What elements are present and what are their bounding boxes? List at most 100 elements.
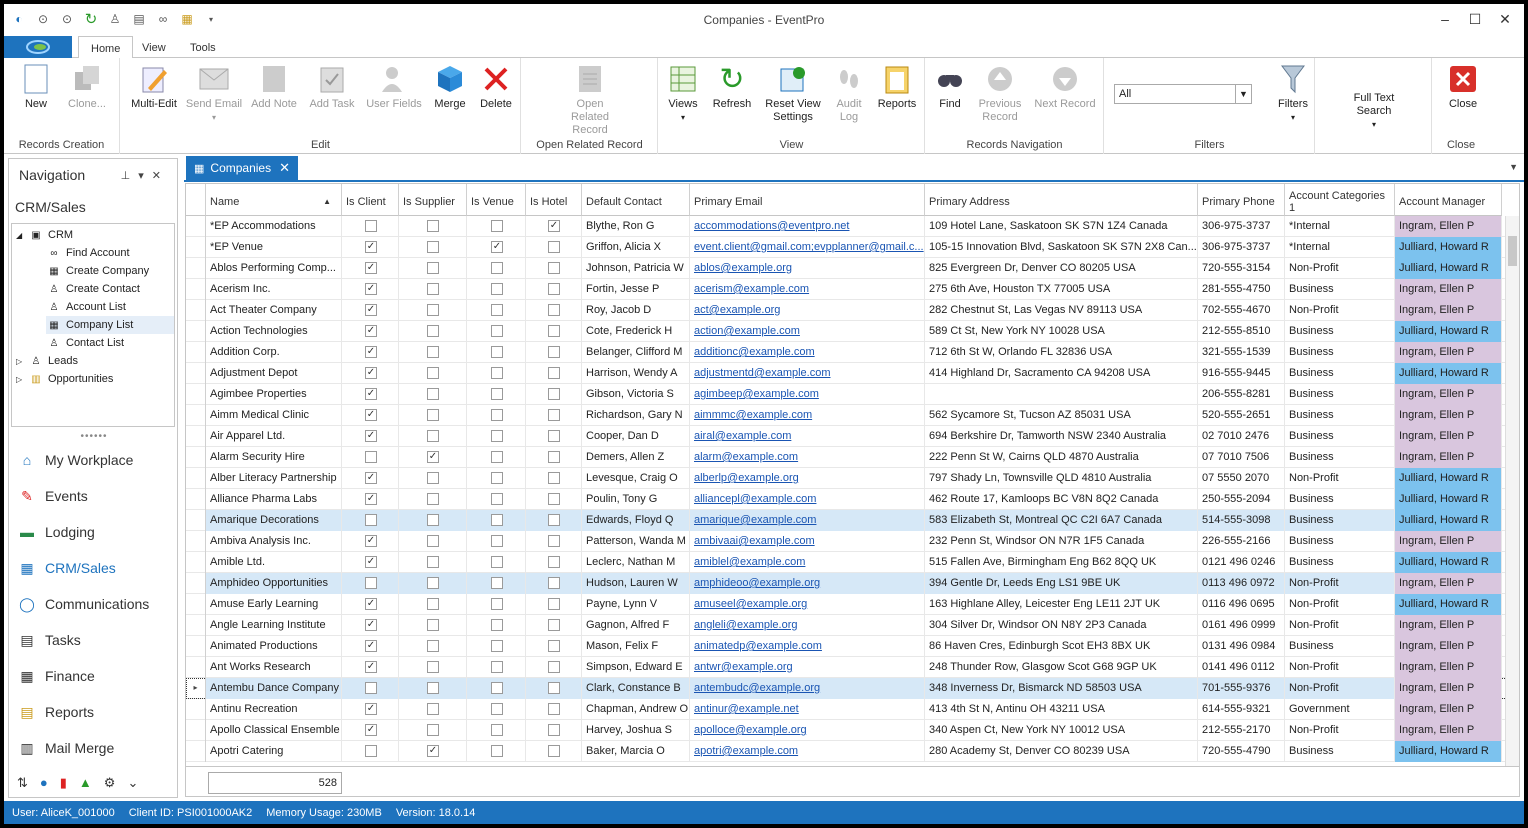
is-supplier-checkbox[interactable] bbox=[427, 262, 439, 274]
is-hotel-checkbox[interactable] bbox=[548, 745, 560, 757]
is-hotel-checkbox[interactable] bbox=[548, 451, 560, 463]
table-row[interactable]: Angle Learning Institute ✓ Gagnon, Alfred … bbox=[186, 615, 1519, 636]
row-indicator[interactable] bbox=[186, 426, 206, 447]
row-indicator[interactable] bbox=[186, 657, 206, 678]
table-row[interactable]: Air Apparel Ltd. ✓ Cooper, Dan Dairal@exam… bbox=[186, 426, 1519, 447]
cell-primary-email[interactable]: amarique@example.com bbox=[690, 510, 925, 531]
row-indicator[interactable] bbox=[186, 468, 206, 489]
is-client-checkbox[interactable]: ✓ bbox=[365, 367, 377, 379]
is-supplier-checkbox[interactable] bbox=[427, 283, 439, 295]
column-header-name[interactable]: Name ▲ bbox=[206, 184, 342, 216]
table-row[interactable]: Alber Literacy Partnership ✓ Levesque, Cra… bbox=[186, 468, 1519, 489]
table-row[interactable]: Alliance Pharma Labs ✓ Poulin, Tony Gallia… bbox=[186, 489, 1519, 510]
is-supplier-checkbox[interactable] bbox=[427, 409, 439, 421]
vertical-scrollbar[interactable] bbox=[1505, 216, 1519, 766]
table-row[interactable]: Agimbee Properties ✓ Gibson, Victoria Sagi… bbox=[186, 384, 1519, 405]
is-hotel-checkbox[interactable] bbox=[548, 388, 560, 400]
table-row[interactable]: Apollo Classical Ensemble ✓ Harvey, Joshua… bbox=[186, 720, 1519, 741]
row-indicator[interactable] bbox=[186, 531, 206, 552]
is-supplier-checkbox[interactable] bbox=[427, 493, 439, 505]
is-supplier-checkbox[interactable] bbox=[427, 346, 439, 358]
cell-primary-email[interactable]: apolloce@example.org bbox=[690, 720, 925, 741]
table-row[interactable]: Amible Ltd. ✓ Leclerc, Nathan Mamiblel@exa… bbox=[186, 552, 1519, 573]
filter-dropdown[interactable]: All ▼ bbox=[1114, 84, 1252, 104]
line-chart-icon[interactable]: ▲ bbox=[79, 775, 92, 791]
is-venue-checkbox[interactable] bbox=[491, 682, 503, 694]
cell-primary-email[interactable]: airal@example.com bbox=[690, 426, 925, 447]
reset-view-settings-button[interactable]: Reset View Settings bbox=[759, 64, 827, 124]
is-hotel-checkbox[interactable] bbox=[548, 283, 560, 295]
row-indicator[interactable] bbox=[186, 510, 206, 531]
is-hotel-checkbox[interactable] bbox=[548, 430, 560, 442]
is-supplier-checkbox[interactable] bbox=[427, 325, 439, 337]
table-row[interactable]: Amarique Decorations Edwards, Floyd Qamar… bbox=[186, 510, 1519, 531]
scrollbar-thumb[interactable] bbox=[1508, 236, 1517, 266]
nav-pane-controls[interactable]: ⊥▾✕ bbox=[121, 169, 169, 182]
merge-button[interactable]: Merge bbox=[429, 64, 471, 111]
cell-primary-email[interactable]: antembudc@example.org bbox=[690, 678, 925, 699]
column-header-account-categories[interactable]: Account Categories 1 bbox=[1285, 184, 1395, 216]
nav-item-lodging[interactable]: ▬ Lodging bbox=[17, 521, 95, 543]
is-venue-checkbox[interactable] bbox=[491, 430, 503, 442]
tree-item-create-company[interactable]: ▦ Create Company bbox=[46, 262, 149, 280]
is-client-checkbox[interactable]: ✓ bbox=[365, 619, 377, 631]
table-row[interactable]: Ablos Performing Comp... ✓ Johnson, Patric… bbox=[186, 258, 1519, 279]
open-related-record-button[interactable]: Open Related Record bbox=[550, 64, 630, 137]
is-hotel-checkbox[interactable] bbox=[548, 535, 560, 547]
column-header-is-supplier[interactable]: Is Supplier bbox=[399, 184, 467, 216]
is-venue-checkbox[interactable] bbox=[491, 220, 503, 232]
tree-item-company-list[interactable]: ▦ Company List bbox=[46, 316, 174, 334]
cell-primary-email[interactable]: action@example.com bbox=[690, 321, 925, 342]
is-client-checkbox[interactable] bbox=[365, 514, 377, 526]
is-client-checkbox[interactable]: ✓ bbox=[365, 388, 377, 400]
is-venue-checkbox[interactable] bbox=[491, 619, 503, 631]
tree-item-contact-list[interactable]: ♙ Contact List bbox=[46, 334, 125, 352]
is-supplier-checkbox[interactable] bbox=[427, 472, 439, 484]
tree-item-create-contact[interactable]: ♙ Create Contact bbox=[46, 280, 140, 298]
tab-list-dropdown-icon[interactable]: ▼ bbox=[1509, 162, 1518, 172]
table-row[interactable]: *EP Venue ✓ ✓ Griffon, Alicia Xevent.client… bbox=[186, 237, 1519, 258]
is-hotel-checkbox[interactable] bbox=[548, 472, 560, 484]
is-supplier-checkbox[interactable]: ✓ bbox=[427, 451, 439, 463]
table-row[interactable]: Ant Works Research ✓ Simpson, Edward Eantw… bbox=[186, 657, 1519, 678]
is-client-checkbox[interactable] bbox=[365, 745, 377, 757]
is-client-checkbox[interactable]: ✓ bbox=[365, 430, 377, 442]
is-venue-checkbox[interactable] bbox=[491, 514, 503, 526]
is-hotel-checkbox[interactable] bbox=[548, 724, 560, 736]
row-indicator[interactable] bbox=[186, 489, 206, 510]
is-supplier-checkbox[interactable] bbox=[427, 598, 439, 610]
table-row[interactable]: Adjustment Depot ✓ Harrison, Wendy Aadjust… bbox=[186, 363, 1519, 384]
find-button[interactable]: Find bbox=[930, 64, 970, 111]
refresh-button[interactable]: ↻ Refresh bbox=[709, 64, 755, 111]
is-client-checkbox[interactable]: ✓ bbox=[365, 703, 377, 715]
nav-item-finance[interactable]: ▦ Finance bbox=[17, 665, 94, 687]
cell-primary-email[interactable]: animatedp@example.com bbox=[690, 636, 925, 657]
table-row[interactable]: Action Technologies ✓ Cote, Frederick Hact… bbox=[186, 321, 1519, 342]
table-row[interactable]: Animated Productions ✓ Mason, Felix Fanima… bbox=[186, 636, 1519, 657]
is-hotel-checkbox[interactable] bbox=[548, 598, 560, 610]
is-hotel-checkbox[interactable] bbox=[548, 640, 560, 652]
is-hotel-checkbox[interactable] bbox=[548, 682, 560, 694]
tree-node-opportunities[interactable]: ▷ ▥ Opportunities bbox=[16, 370, 113, 388]
is-client-checkbox[interactable] bbox=[365, 451, 377, 463]
is-client-checkbox[interactable]: ✓ bbox=[365, 409, 377, 421]
is-supplier-checkbox[interactable] bbox=[427, 430, 439, 442]
column-header-default-contact[interactable]: Default Contact bbox=[582, 184, 690, 216]
multi-edit-button[interactable]: Multi-Edit bbox=[129, 64, 179, 111]
row-indicator[interactable] bbox=[186, 384, 206, 405]
is-hotel-checkbox[interactable] bbox=[548, 514, 560, 526]
is-client-checkbox[interactable] bbox=[365, 220, 377, 232]
splitter-grip[interactable]: •••••• bbox=[9, 431, 179, 442]
nav-item-communications[interactable]: ◯ Communications bbox=[17, 593, 149, 615]
nav-item-crm-sales[interactable]: ▦ CRM/Sales bbox=[17, 557, 115, 579]
is-hotel-checkbox[interactable] bbox=[548, 619, 560, 631]
is-hotel-checkbox[interactable]: ✓ bbox=[548, 220, 560, 232]
is-client-checkbox[interactable]: ✓ bbox=[365, 661, 377, 673]
is-supplier-checkbox[interactable] bbox=[427, 661, 439, 673]
cell-primary-email[interactable]: apotri@example.com bbox=[690, 741, 925, 762]
is-hotel-checkbox[interactable] bbox=[548, 703, 560, 715]
is-venue-checkbox[interactable] bbox=[491, 325, 503, 337]
is-hotel-checkbox[interactable] bbox=[548, 493, 560, 505]
is-supplier-checkbox[interactable] bbox=[427, 514, 439, 526]
is-client-checkbox[interactable]: ✓ bbox=[365, 556, 377, 568]
